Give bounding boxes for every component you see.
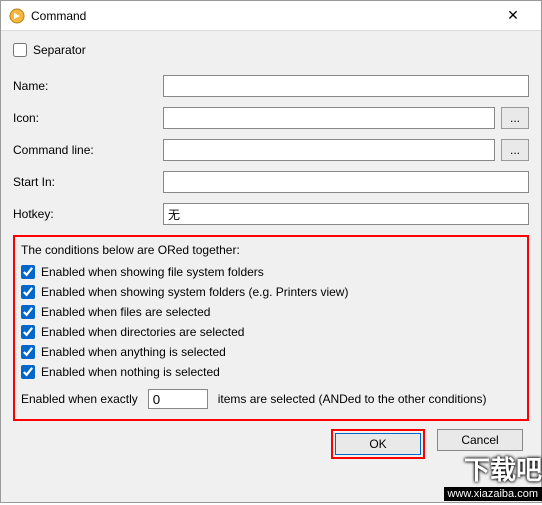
cond-files-selected-label: Enabled when files are selected	[41, 305, 210, 319]
commandline-input[interactable]	[163, 139, 495, 161]
cond-fs-folders-label: Enabled when showing file system folders	[41, 265, 264, 279]
cond-fs-folders-checkbox[interactable]	[21, 265, 35, 279]
dialog-content: Separator Name: Icon: ... Command line: …	[1, 31, 541, 465]
cond-nothing-selected-checkbox[interactable]	[21, 365, 35, 379]
cond-dirs-selected-label: Enabled when directories are selected	[41, 325, 244, 339]
conditions-group: The conditions below are ORed together: …	[13, 235, 529, 421]
separator-checkbox[interactable]	[13, 43, 27, 57]
window-title: Command	[31, 9, 493, 23]
icon-browse-button[interactable]: ...	[501, 107, 529, 129]
name-input[interactable]	[163, 75, 529, 97]
hotkey-input[interactable]	[163, 203, 529, 225]
exact-prefix: Enabled when exactly	[21, 392, 138, 406]
conditions-title: The conditions below are ORed together:	[21, 243, 521, 257]
ok-button[interactable]: OK	[335, 433, 421, 455]
exact-count-input[interactable]	[148, 389, 208, 409]
close-icon[interactable]: ✕	[493, 7, 533, 24]
separator-row: Separator	[13, 43, 529, 57]
cond-dirs-selected-checkbox[interactable]	[21, 325, 35, 339]
startin-input[interactable]	[163, 171, 529, 193]
startin-label: Start In:	[13, 175, 163, 189]
commandline-browse-button[interactable]: ...	[501, 139, 529, 161]
separator-label: Separator	[33, 43, 86, 57]
hotkey-label: Hotkey:	[13, 207, 163, 221]
cond-anything-selected-label: Enabled when anything is selected	[41, 345, 226, 359]
exact-count-row: Enabled when exactly items are selected …	[21, 389, 521, 409]
dialog-buttons: OK Cancel	[13, 429, 529, 459]
cond-nothing-selected-label: Enabled when nothing is selected	[41, 365, 220, 379]
name-label: Name:	[13, 79, 163, 93]
app-icon	[9, 8, 25, 24]
exact-suffix: items are selected (ANDed to the other c…	[218, 392, 487, 406]
cond-anything-selected-checkbox[interactable]	[21, 345, 35, 359]
commandline-label: Command line:	[13, 143, 163, 157]
icon-label: Icon:	[13, 111, 163, 125]
titlebar: Command ✕	[1, 1, 541, 31]
cond-files-selected-checkbox[interactable]	[21, 305, 35, 319]
ok-highlight: OK	[331, 429, 425, 459]
cond-system-folders-label: Enabled when showing system folders (e.g…	[41, 285, 348, 299]
cond-system-folders-checkbox[interactable]	[21, 285, 35, 299]
cancel-button[interactable]: Cancel	[437, 429, 523, 451]
icon-input[interactable]	[163, 107, 495, 129]
command-dialog: Command ✕ Separator Name: Icon: ... Comm…	[0, 0, 542, 503]
